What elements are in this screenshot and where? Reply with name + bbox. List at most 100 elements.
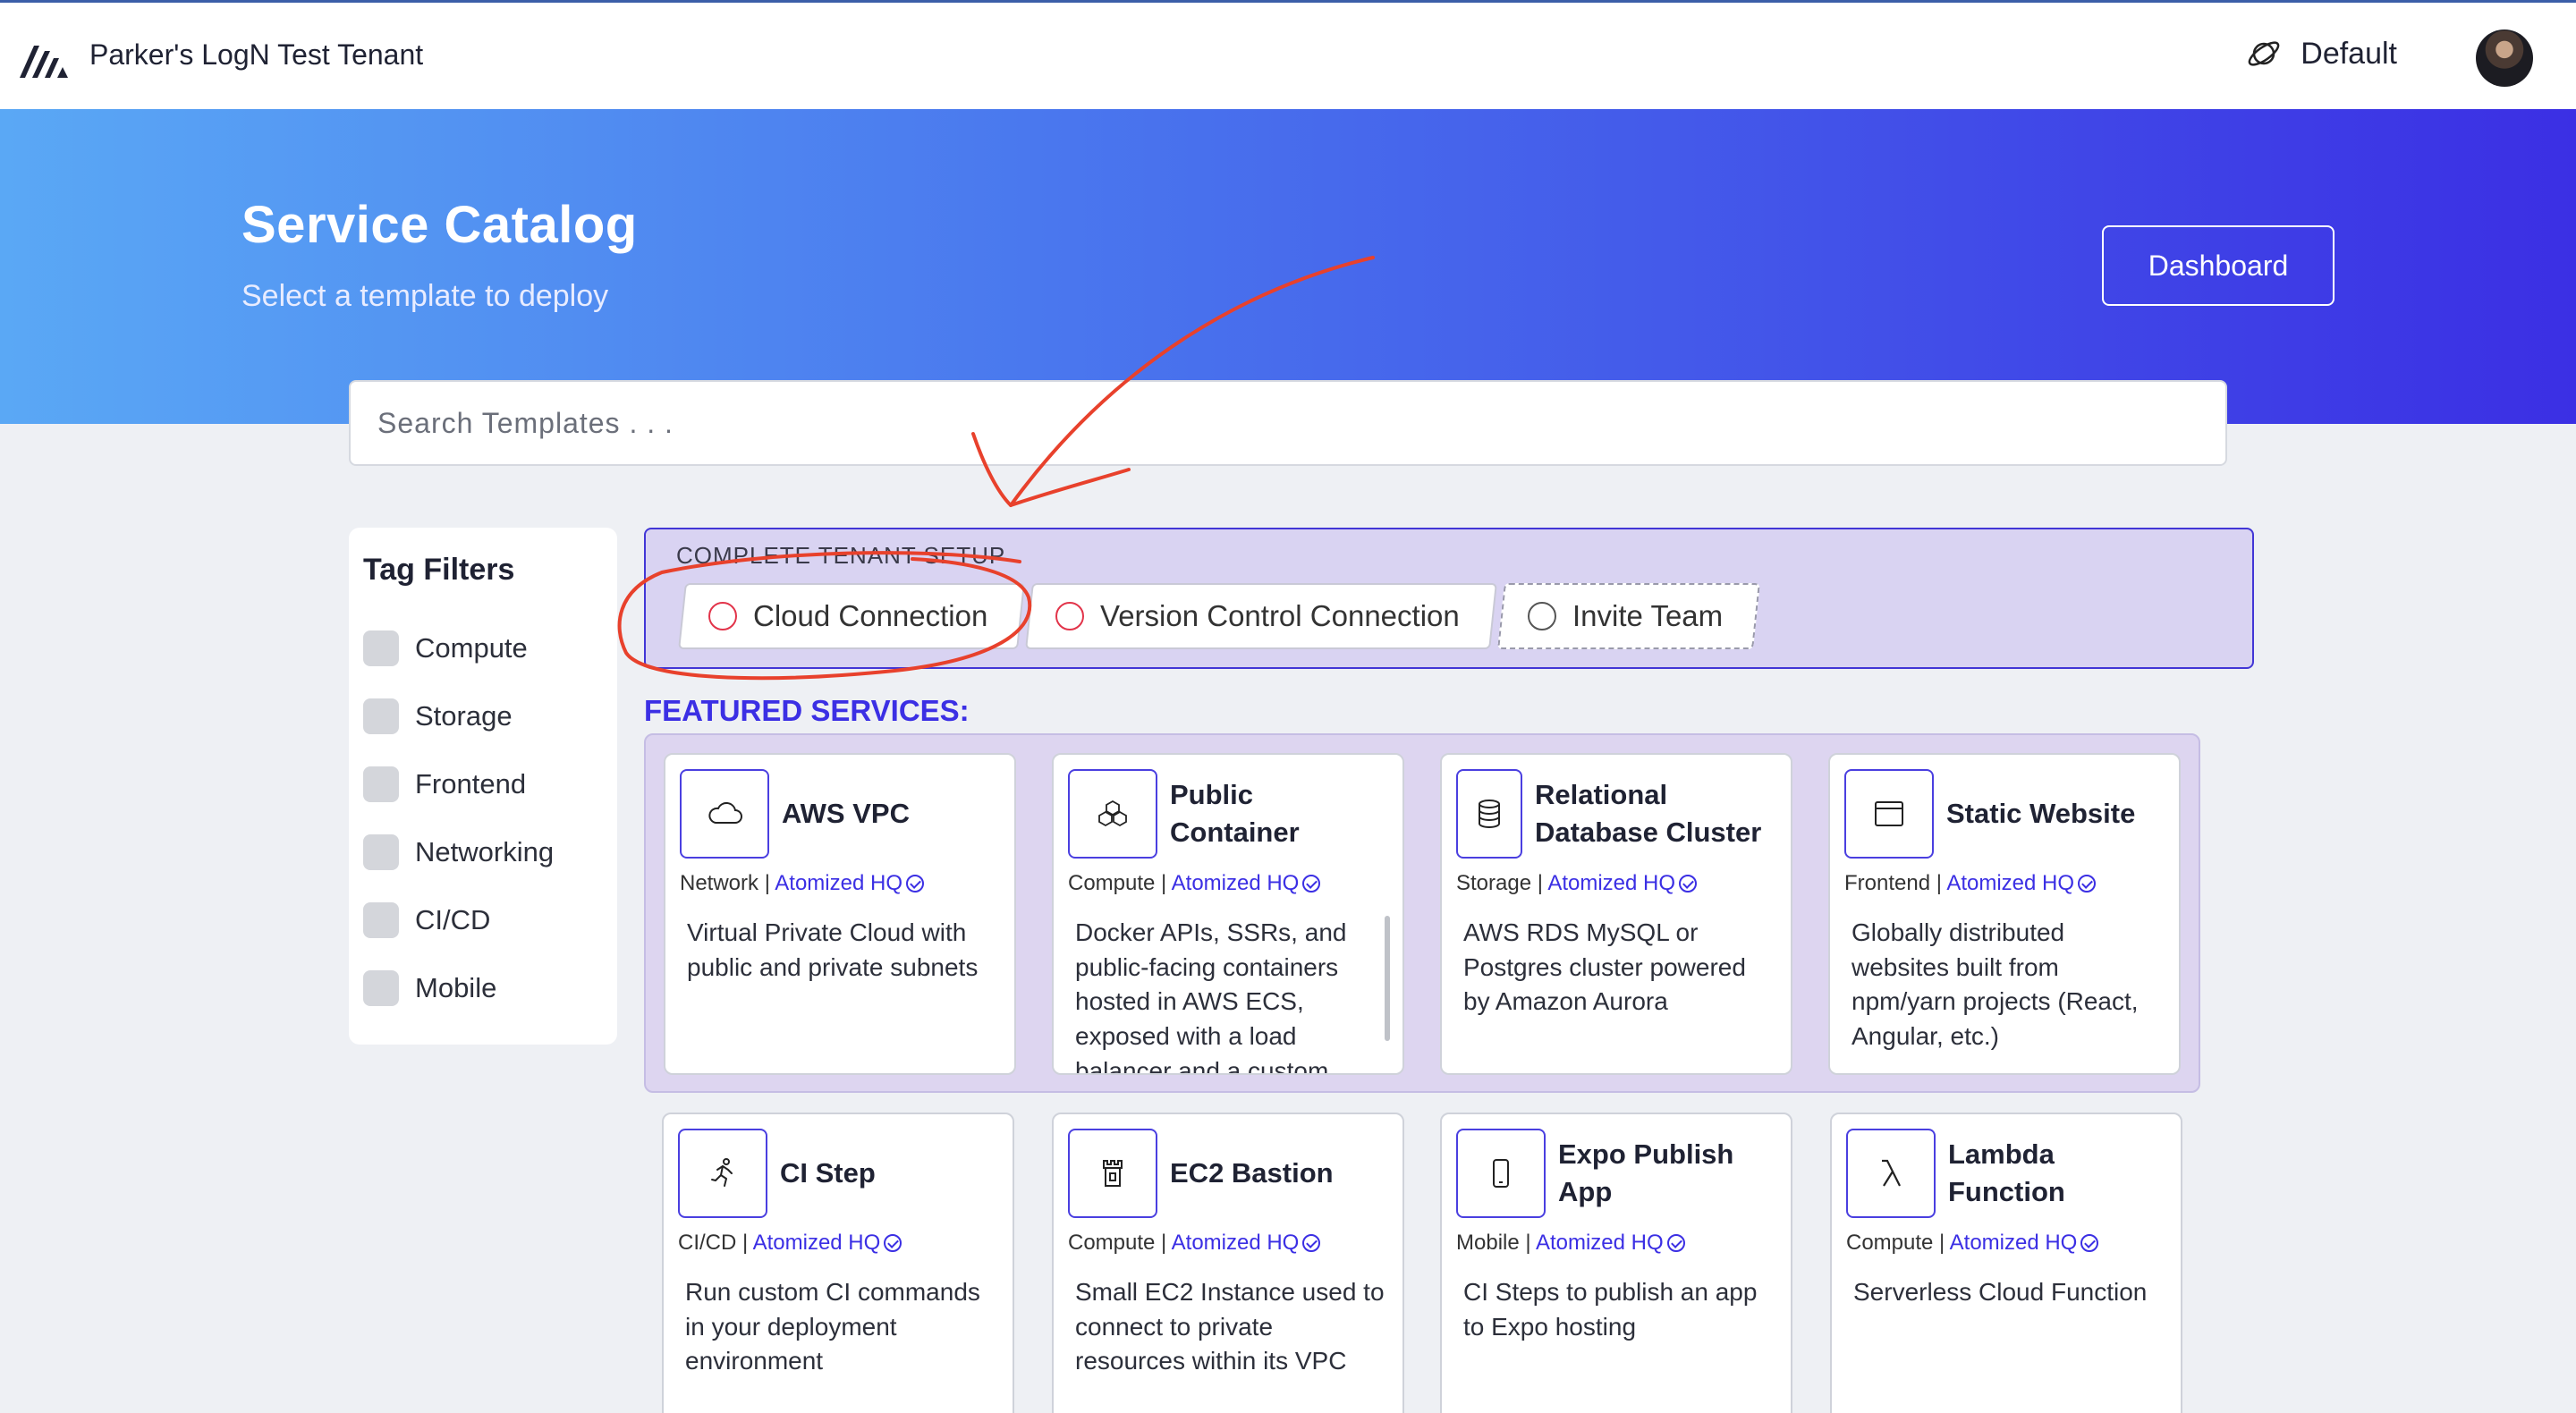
scrollbar[interactable] bbox=[1385, 916, 1390, 1041]
tag-filter-mobile[interactable]: Mobile bbox=[363, 954, 603, 1022]
tenant-setup-panel: COMPLETE TENANT SETUP Cloud Connection V… bbox=[644, 528, 2254, 669]
verified-icon bbox=[1666, 1234, 1685, 1252]
card-org[interactable]: Atomized HQ bbox=[1547, 871, 1675, 895]
dashboard-button[interactable]: Dashboard bbox=[2102, 225, 2334, 306]
card-category: Storage bbox=[1456, 871, 1532, 895]
tag-filter-frontend[interactable]: Frontend bbox=[363, 750, 603, 818]
tag-filter-cicd[interactable]: CI/CD bbox=[363, 886, 603, 954]
verified-icon bbox=[2080, 1234, 2099, 1252]
lambda-icon bbox=[1846, 1129, 1936, 1218]
tenant-name[interactable]: Parker's LogN Test Tenant bbox=[89, 38, 423, 72]
service-card-relational-database[interactable]: Relational Database Cluster Storage | At… bbox=[1440, 753, 1792, 1075]
card-title: AWS VPC bbox=[782, 798, 910, 830]
card-org[interactable]: Atomized HQ bbox=[1172, 1231, 1300, 1255]
card-meta: Mobile | Atomized HQ bbox=[1456, 1231, 1776, 1256]
database-icon bbox=[1456, 769, 1522, 859]
card-meta: CI/CD | Atomized HQ bbox=[678, 1231, 998, 1256]
tag-filter-label: Frontend bbox=[415, 768, 527, 800]
card-category: Compute bbox=[1846, 1231, 1934, 1255]
card-title: Lambda Function bbox=[1948, 1138, 2065, 1207]
tenant-setup-title: COMPLETE TENANT SETUP bbox=[676, 542, 1006, 569]
tag-filter-label: Mobile bbox=[415, 972, 497, 1003]
card-org[interactable]: Atomized HQ bbox=[1946, 871, 2074, 895]
verified-icon bbox=[1302, 875, 1321, 893]
service-card-lambda-function[interactable]: Lambda Function Compute | Atomized HQ Se… bbox=[1830, 1113, 2182, 1413]
setup-step-label: Invite Team bbox=[1572, 599, 1724, 632]
status-circle-icon bbox=[1055, 602, 1085, 630]
tag-filters-title: Tag Filters bbox=[363, 553, 515, 587]
page-title: Service Catalog bbox=[242, 196, 638, 254]
featured-services-heading: FEATURED SERVICES: bbox=[644, 694, 970, 727]
tag-filter-compute[interactable]: Compute bbox=[363, 614, 603, 682]
setup-step-invite-team[interactable]: Invite Team bbox=[1497, 583, 1761, 649]
card-description: Small EC2 Instance used to connect to pr… bbox=[1075, 1278, 1385, 1375]
card-title: Public Container bbox=[1170, 779, 1300, 848]
top-bar: Parker's LogN Test Tenant Default bbox=[0, 0, 2576, 109]
status-circle-icon bbox=[1528, 602, 1557, 630]
card-description: Globally distributed websites built from… bbox=[1852, 918, 2139, 1050]
setup-step-label: Cloud Connection bbox=[753, 599, 988, 632]
checkbox[interactable] bbox=[363, 834, 399, 870]
environment-label: Default bbox=[2301, 36, 2397, 71]
tag-filter-label: CI/CD bbox=[415, 904, 491, 935]
planet-icon bbox=[2248, 41, 2280, 66]
card-meta: Compute | Atomized HQ bbox=[1068, 1231, 1388, 1256]
card-category: Compute bbox=[1068, 871, 1156, 895]
page-subtitle: Select a template to deploy bbox=[242, 279, 609, 313]
checkbox[interactable] bbox=[363, 766, 399, 802]
checkbox[interactable] bbox=[363, 970, 399, 1006]
environment-selector[interactable]: Default bbox=[2245, 35, 2397, 72]
tag-filter-networking[interactable]: Networking bbox=[363, 818, 603, 886]
card-org[interactable]: Atomized HQ bbox=[753, 1231, 881, 1255]
verified-icon bbox=[1679, 875, 1698, 893]
cubes-icon bbox=[1068, 769, 1157, 859]
service-card-aws-vpc[interactable]: AWS VPC Network | Atomized HQ Virtual Pr… bbox=[664, 753, 1016, 1075]
card-title: Static Website bbox=[1946, 798, 2136, 830]
card-org[interactable]: Atomized HQ bbox=[775, 871, 902, 895]
card-description: Docker APIs, SSRs, and public-facing con… bbox=[1075, 918, 1347, 1075]
card-title: Relational Database Cluster bbox=[1535, 779, 1762, 848]
service-card-public-container[interactable]: Public Container Compute | Atomized HQ D… bbox=[1052, 753, 1404, 1075]
checkbox[interactable] bbox=[363, 630, 399, 666]
card-org[interactable]: Atomized HQ bbox=[1172, 871, 1300, 895]
search-input[interactable] bbox=[349, 380, 2227, 466]
card-description: AWS RDS MySQL or Postgres cluster powere… bbox=[1463, 918, 1746, 1016]
verified-icon bbox=[2078, 875, 2097, 893]
setup-steps: Cloud Connection Version Control Connect… bbox=[678, 583, 1761, 649]
runner-icon bbox=[678, 1129, 767, 1218]
logo-icon[interactable] bbox=[18, 38, 70, 81]
verified-icon bbox=[884, 1234, 902, 1252]
tag-filter-label: Compute bbox=[415, 632, 528, 664]
card-description: Run custom CI commands in your deploymen… bbox=[685, 1278, 980, 1375]
card-meta: Storage | Atomized HQ bbox=[1456, 871, 1776, 896]
setup-step-cloud-connection[interactable]: Cloud Connection bbox=[678, 583, 1026, 649]
service-card-ec2-bastion[interactable]: EC2 Bastion Compute | Atomized HQ Small … bbox=[1052, 1113, 1404, 1413]
checkbox[interactable] bbox=[363, 698, 399, 734]
service-card-static-website[interactable]: Static Website Frontend | Atomized HQ Gl… bbox=[1828, 753, 2181, 1075]
verified-icon bbox=[1302, 1234, 1321, 1252]
status-circle-icon bbox=[708, 602, 737, 630]
card-description: CI Steps to publish an app to Expo hosti… bbox=[1463, 1278, 1758, 1341]
checkbox[interactable] bbox=[363, 902, 399, 938]
hero-banner: Service Catalog Select a template to dep… bbox=[0, 109, 2576, 424]
card-category: Network bbox=[680, 871, 759, 895]
setup-step-version-control[interactable]: Version Control Connection bbox=[1025, 583, 1497, 649]
card-category: Mobile bbox=[1456, 1231, 1520, 1255]
setup-step-label: Version Control Connection bbox=[1100, 599, 1461, 632]
card-meta: Compute | Atomized HQ bbox=[1846, 1231, 2166, 1256]
card-category: Frontend bbox=[1844, 871, 1931, 895]
tag-filter-label: Networking bbox=[415, 836, 555, 867]
card-org[interactable]: Atomized HQ bbox=[1950, 1231, 2078, 1255]
card-description: Virtual Private Cloud with public and pr… bbox=[687, 918, 979, 981]
service-card-expo-publish-app[interactable]: Expo Publish App Mobile | Atomized HQ CI… bbox=[1440, 1113, 1792, 1413]
service-card-ci-step[interactable]: CI Step CI/CD | Atomized HQ Run custom C… bbox=[662, 1113, 1014, 1413]
card-title: CI Step bbox=[780, 1157, 876, 1189]
card-org[interactable]: Atomized HQ bbox=[1536, 1231, 1664, 1255]
browser-window-icon bbox=[1844, 769, 1934, 859]
tag-filter-storage[interactable]: Storage bbox=[363, 682, 603, 750]
cloud-icon bbox=[680, 769, 769, 859]
verified-icon bbox=[906, 875, 924, 893]
tower-icon bbox=[1068, 1129, 1157, 1218]
avatar[interactable] bbox=[2476, 30, 2533, 87]
card-title: EC2 Bastion bbox=[1170, 1157, 1334, 1189]
